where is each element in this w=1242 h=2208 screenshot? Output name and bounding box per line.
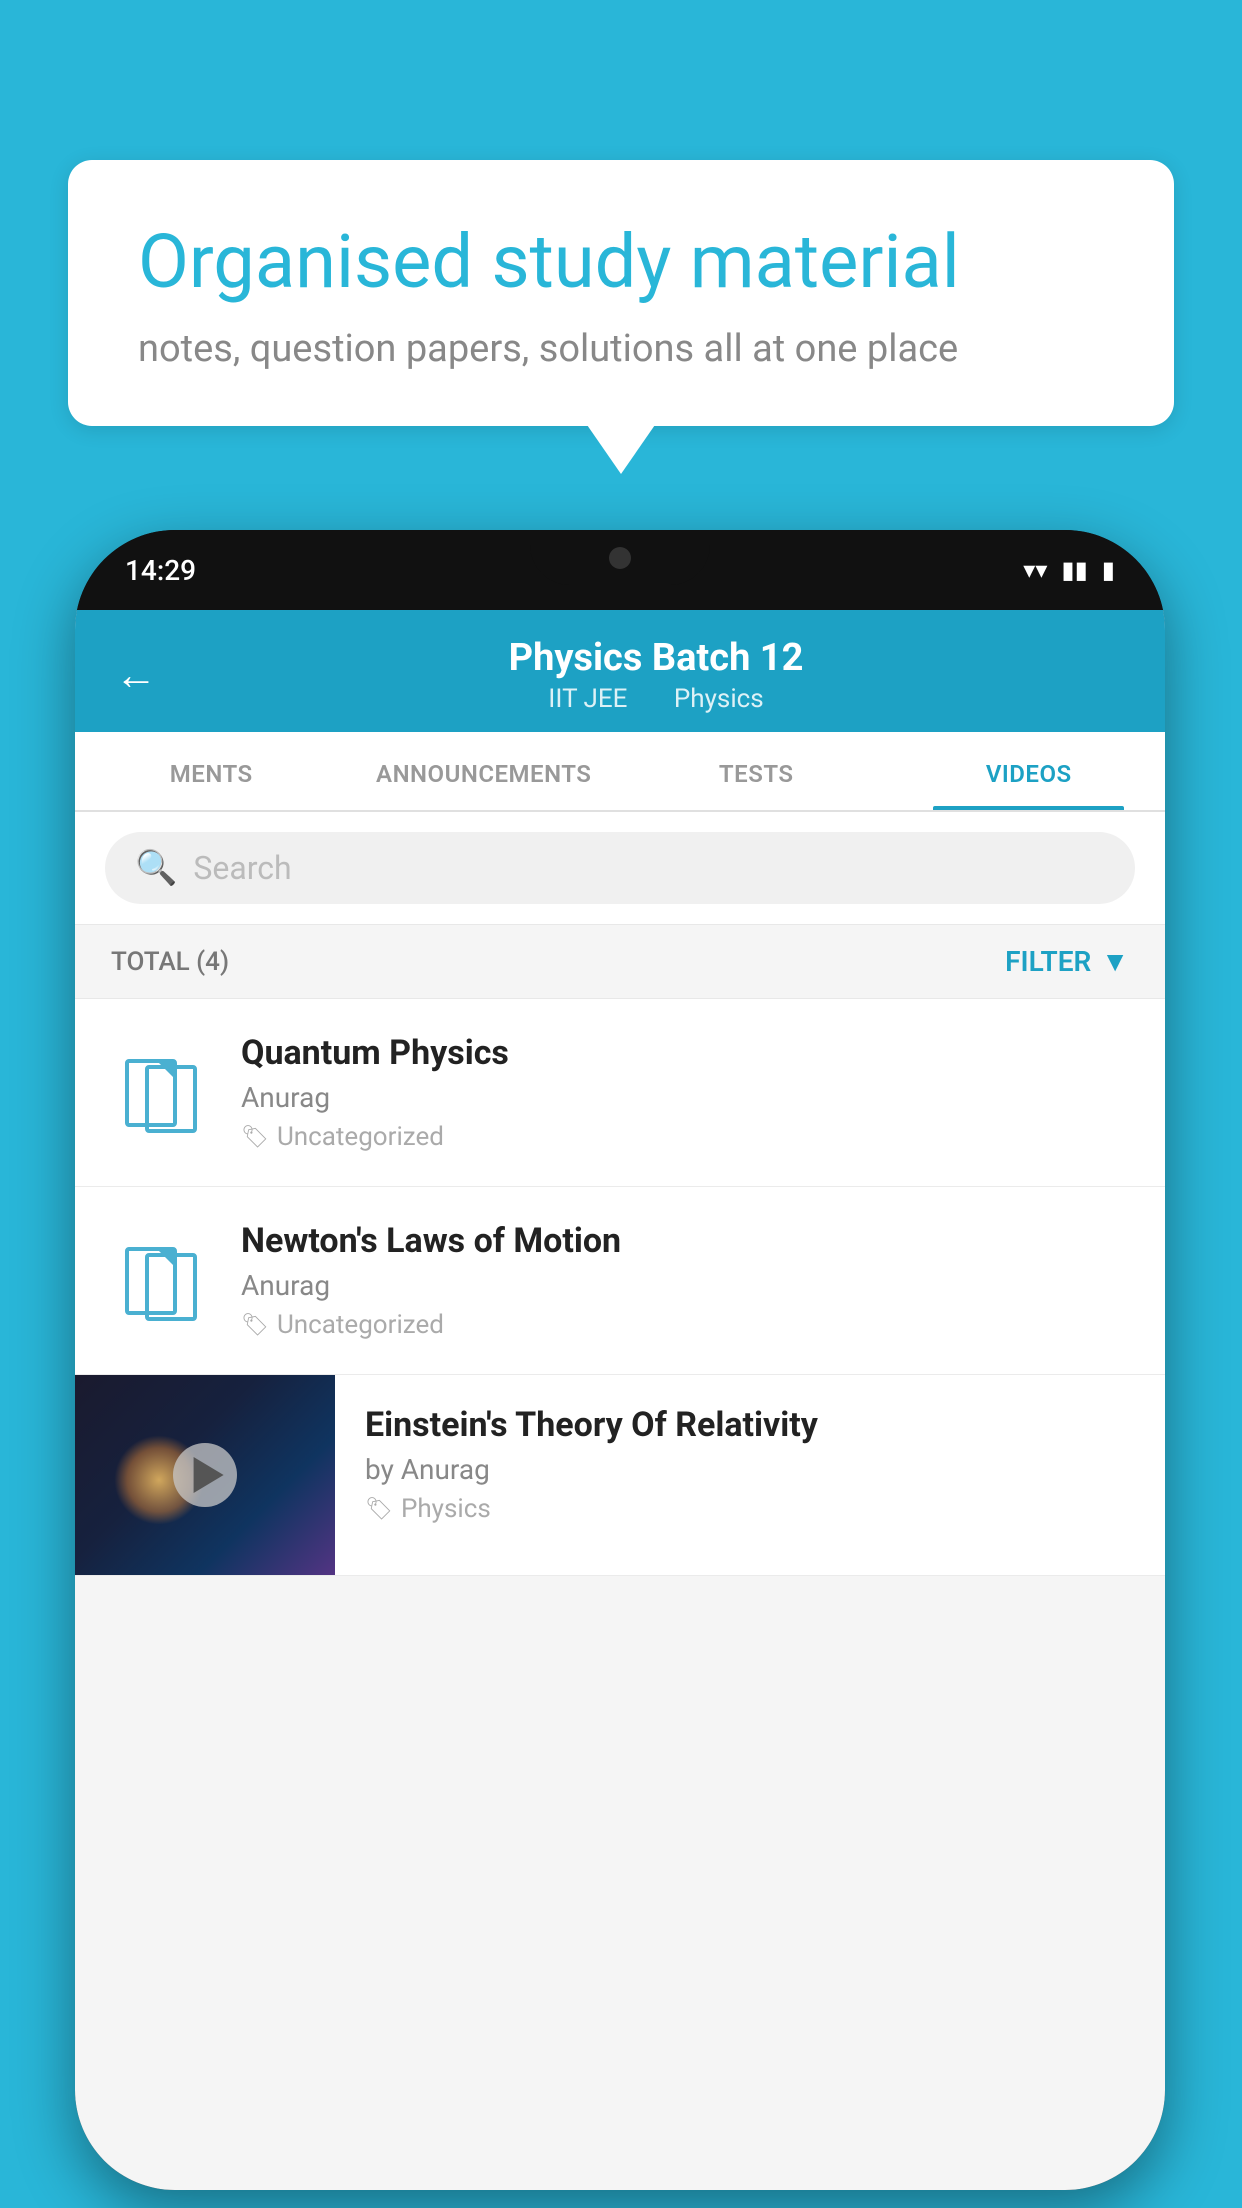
file-icon-wrap bbox=[111, 1053, 211, 1133]
header-subtitle-part2: Physics bbox=[674, 684, 764, 714]
filter-button[interactable]: FILTER ▼ bbox=[1005, 945, 1129, 978]
bubble-subtitle: notes, question papers, solutions all at… bbox=[138, 327, 1104, 371]
item-title: Quantum Physics bbox=[241, 1033, 1129, 1073]
tag-label: Physics bbox=[401, 1494, 491, 1524]
tag-icon: 🏷 bbox=[241, 1125, 269, 1150]
search-box[interactable]: 🔍 Search bbox=[105, 832, 1135, 904]
header-subtitle-part1: IIT JEE bbox=[548, 684, 627, 714]
filter-icon: ▼ bbox=[1101, 945, 1129, 978]
wifi-icon: ▾▾ bbox=[1023, 556, 1047, 584]
item-author: Anurag bbox=[241, 1269, 1129, 1302]
item-tag: 🏷 Physics bbox=[365, 1494, 1135, 1524]
battery-icon: ▮ bbox=[1102, 556, 1115, 584]
speech-bubble: Organised study material notes, question… bbox=[68, 160, 1174, 426]
phone-frame: 14:29 ▾▾ ▮▮ ▮ ← Physics Batch 12 IIT JEE… bbox=[75, 530, 1165, 2190]
list-item[interactable]: Einstein's Theory Of Relativity by Anura… bbox=[75, 1375, 1165, 1576]
total-count: TOTAL (4) bbox=[111, 947, 229, 977]
list-item[interactable]: Quantum Physics Anurag 🏷 Uncategorized bbox=[75, 999, 1165, 1187]
tab-announcements[interactable]: ANNOUNCEMENTS bbox=[348, 732, 621, 810]
document-icon bbox=[125, 1241, 197, 1321]
item-title: Einstein's Theory Of Relativity bbox=[365, 1405, 1135, 1445]
phone-notch bbox=[530, 530, 710, 585]
list-item[interactable]: Newton's Laws of Motion Anurag 🏷 Uncateg… bbox=[75, 1187, 1165, 1375]
header-title-area: Physics Batch 12 IIT JEE Physics bbox=[187, 636, 1125, 714]
filter-label: FILTER bbox=[1005, 945, 1091, 978]
item-info: Quantum Physics Anurag 🏷 Uncategorized bbox=[241, 1033, 1129, 1152]
tag-icon: 🏷 bbox=[241, 1313, 269, 1338]
search-icon: 🔍 bbox=[135, 848, 177, 888]
tabs-bar: MENTS ANNOUNCEMENTS TESTS VIDEOS bbox=[75, 732, 1165, 812]
item-author: Anurag bbox=[241, 1081, 1129, 1114]
video-list: Quantum Physics Anurag 🏷 Uncategorized bbox=[75, 999, 1165, 1576]
status-bar: 14:29 ▾▾ ▮▮ ▮ bbox=[75, 530, 1165, 610]
tag-label: Uncategorized bbox=[277, 1310, 444, 1340]
item-author: by Anurag bbox=[365, 1453, 1135, 1486]
signal-icon: ▮▮ bbox=[1061, 556, 1087, 584]
bubble-title: Organised study material bbox=[138, 220, 1104, 305]
phone-time: 14:29 bbox=[125, 554, 196, 587]
item-tag: 🏷 Uncategorized bbox=[241, 1122, 1129, 1152]
search-input[interactable]: Search bbox=[193, 849, 291, 887]
video-thumbnail bbox=[75, 1375, 335, 1575]
tag-icon: 🏷 bbox=[365, 1497, 393, 1522]
header-subtitle: IIT JEE Physics bbox=[187, 684, 1125, 714]
phone-screen: ← Physics Batch 12 IIT JEE Physics MENTS… bbox=[75, 610, 1165, 2190]
tab-ments[interactable]: MENTS bbox=[75, 732, 348, 810]
tag-label: Uncategorized bbox=[277, 1122, 444, 1152]
tab-videos[interactable]: VIDEOS bbox=[893, 732, 1166, 810]
file-icon-wrap bbox=[111, 1241, 211, 1321]
filter-bar: TOTAL (4) FILTER ▼ bbox=[75, 925, 1165, 999]
play-icon bbox=[194, 1457, 224, 1493]
tab-tests[interactable]: TESTS bbox=[620, 732, 893, 810]
search-container: 🔍 Search bbox=[75, 812, 1165, 925]
item-tag: 🏷 Uncategorized bbox=[241, 1310, 1129, 1340]
item-title: Newton's Laws of Motion bbox=[241, 1221, 1129, 1261]
item-info: Einstein's Theory Of Relativity by Anura… bbox=[335, 1375, 1165, 1554]
app-header: ← Physics Batch 12 IIT JEE Physics bbox=[75, 610, 1165, 732]
document-icon bbox=[125, 1053, 197, 1133]
header-title: Physics Batch 12 bbox=[187, 636, 1125, 680]
status-icons: ▾▾ ▮▮ ▮ bbox=[1023, 556, 1115, 584]
item-info: Newton's Laws of Motion Anurag 🏷 Uncateg… bbox=[241, 1221, 1129, 1340]
back-button[interactable]: ← bbox=[115, 651, 157, 700]
camera-dot bbox=[609, 547, 631, 569]
